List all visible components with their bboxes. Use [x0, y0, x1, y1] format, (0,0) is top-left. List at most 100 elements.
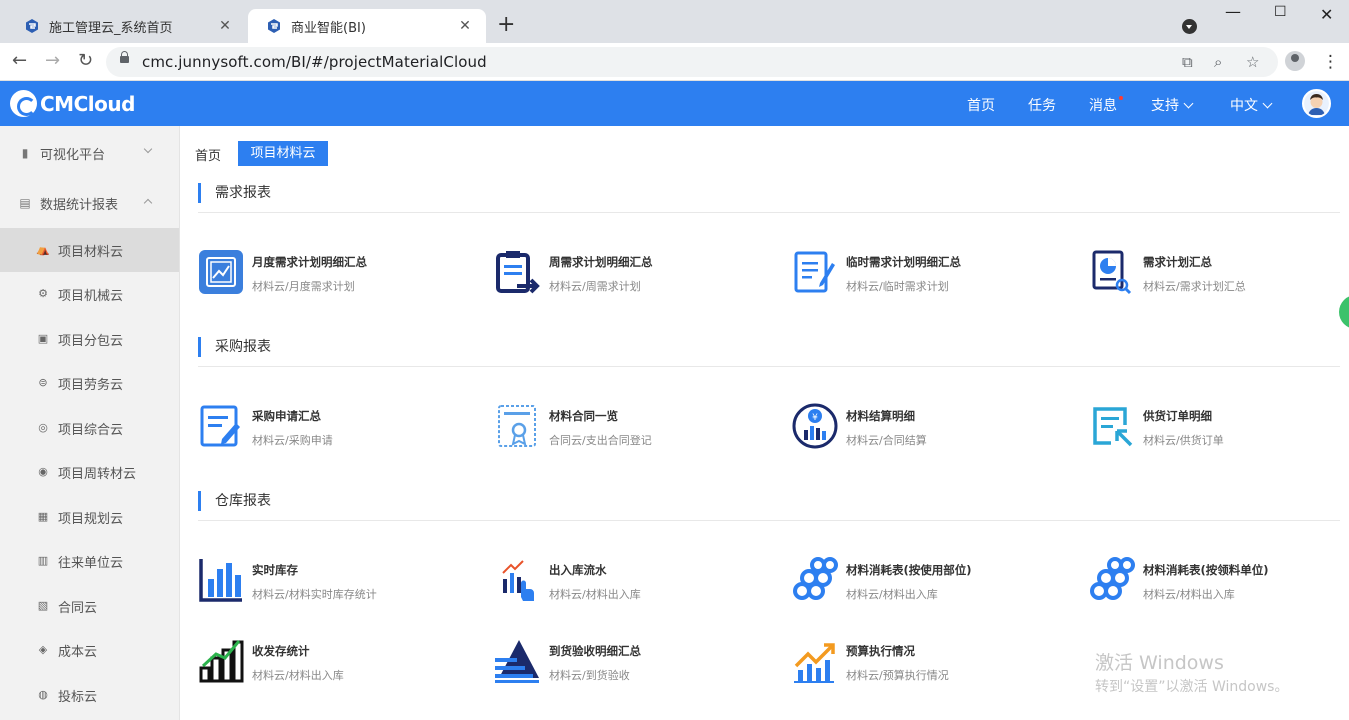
- turnover-icon: ◉: [38, 465, 48, 478]
- nav-support-label: 支持: [1151, 98, 1179, 114]
- site-favicon-icon: [268, 19, 280, 33]
- chevron-down-icon: [1262, 98, 1273, 109]
- report-card-realtime-inventory[interactable]: 实时库存 材料云/材料实时库存统计: [198, 557, 478, 607]
- zoom-icon[interactable]: ⌕: [1214, 53, 1222, 71]
- report-card-weekly-demand[interactable]: 周需求计划明细汇总 材料云/周需求计划: [495, 249, 775, 299]
- sidebar-item-label: 项目劳务云: [58, 377, 124, 393]
- section-title-purchase: 采购报表: [198, 337, 271, 357]
- report-card-supply-order[interactable]: 供货订单明细 材料云/供货订单: [1089, 403, 1349, 453]
- report-card-demand-summary[interactable]: 需求计划汇总 材料云/需求计划汇总: [1089, 249, 1349, 299]
- section-divider: [198, 366, 1340, 367]
- card-title: 采购申请汇总: [252, 409, 321, 423]
- sidebar-item-labor-cloud[interactable]: ⊜ 项目劳务云: [0, 361, 179, 405]
- touch-chart-icon: [502, 560, 534, 601]
- close-window-icon[interactable]: ✕: [1320, 5, 1333, 24]
- report-card-acceptance-summary[interactable]: 到货验收明细汇总 材料云/到货验收: [495, 638, 775, 688]
- report-card-receipt-stats[interactable]: 收发存统计 材料云/材料出入库: [198, 638, 478, 688]
- cmcloud-logo[interactable]: CMCloud: [10, 90, 135, 117]
- browser-tab-active[interactable]: 商业智能(BI) ✕: [248, 9, 486, 43]
- report-card-purchase-request[interactable]: 采购申请汇总 材料云/采购申请: [198, 403, 478, 453]
- nav-language[interactable]: 中文: [1230, 95, 1273, 115]
- account-icon[interactable]: [1285, 51, 1305, 71]
- app-header: CMCloud 首页 任务 消息 支持 中文: [0, 81, 1349, 126]
- close-tab-icon[interactable]: ✕: [456, 18, 474, 34]
- tab-search-icon[interactable]: [1182, 19, 1197, 34]
- url-text: cmc.junnysoft.com/BI/#/projectMaterialCl…: [142, 53, 487, 71]
- card-title: 材料合同一览: [549, 409, 618, 423]
- sidebar-group-visual-platform[interactable]: ▮ 可视化平台: [0, 128, 180, 178]
- nav-tasks[interactable]: 任务: [1028, 95, 1056, 115]
- nav-home[interactable]: 首页: [967, 95, 995, 115]
- breadcrumb-home[interactable]: 首页: [195, 145, 221, 164]
- bookmark-star-icon[interactable]: ☆: [1246, 53, 1259, 71]
- browser-menu-icon[interactable]: ⋮: [1322, 52, 1339, 72]
- browser-tab-inactive[interactable]: 施工管理云_系统首页 ✕: [6, 9, 246, 43]
- card-subtitle: 材料云/采购申请: [252, 434, 333, 447]
- report-card-monthly-demand[interactable]: 月度需求计划明细汇总 材料云/月度需求计划: [198, 249, 478, 299]
- back-icon[interactable]: ←: [12, 51, 27, 71]
- sidebar: ▮ 可视化平台 ▤ 数据统计报表 ⛺ 项目材料云 ⚙ 项目机械云 ▣ 项目分包云…: [0, 126, 180, 720]
- breadcrumb-current[interactable]: 项目材料云: [238, 141, 328, 166]
- sidebar-item-planning-cloud[interactable]: ▦ 项目规划云: [0, 495, 179, 539]
- platform-icon: ▮: [21, 146, 29, 160]
- site-favicon-icon: [26, 19, 38, 33]
- material-icon: ⛺: [36, 243, 50, 256]
- document-edit-icon: [794, 251, 835, 293]
- watermark-subtitle: 转到“设置”以激活 Windows。: [1095, 679, 1289, 695]
- card-subtitle: 合同云/支出合同登记: [549, 434, 652, 447]
- translate-icon[interactable]: ⧉: [1182, 53, 1193, 71]
- sidebar-item-turnover-cloud[interactable]: ◉ 项目周转材云: [0, 450, 179, 494]
- report-card-temp-demand[interactable]: 临时需求计划明细汇总 材料云/临时需求计划: [792, 249, 1072, 299]
- sidebar-item-partner-cloud[interactable]: ▥ 往来单位云: [0, 539, 179, 583]
- monthly-chart-icon: [199, 250, 243, 294]
- maximize-icon[interactable]: ☐: [1274, 4, 1287, 20]
- reload-icon[interactable]: ↻: [78, 51, 93, 71]
- sidebar-item-contract-cloud[interactable]: ▧ 合同云: [0, 584, 179, 628]
- card-subtitle: 材料云/材料出入库: [846, 588, 938, 601]
- minimize-icon[interactable]: —: [1225, 2, 1241, 21]
- sidebar-item-bidding-cloud[interactable]: ◍ 投标云: [0, 673, 179, 717]
- planning-icon: ▦: [37, 510, 49, 523]
- certificate-icon: [498, 405, 536, 447]
- pipes-icon: [793, 557, 838, 600]
- sidebar-group-label: 可视化平台: [40, 147, 106, 163]
- report-card-consumption-by-unit[interactable]: 材料消耗表(按领料单位) 材料云/材料出入库: [1089, 557, 1349, 607]
- sidebar-group-statistics[interactable]: ▤ 数据统计报表: [0, 178, 180, 228]
- logo-mark-icon: [10, 90, 37, 117]
- forward-icon[interactable]: →: [45, 51, 60, 71]
- card-subtitle: 材料云/材料实时库存统计: [252, 588, 377, 601]
- order-arrow-icon: [1093, 407, 1133, 447]
- unread-dot: [1119, 96, 1123, 100]
- sidebar-item-comprehensive-cloud[interactable]: ◎ 项目综合云: [0, 406, 179, 450]
- yen-chart-icon: ¥: [792, 403, 838, 449]
- bar-chart-icon: [199, 559, 242, 602]
- section-divider: [198, 212, 1340, 213]
- report-card-consumption-by-location[interactable]: 材料消耗表(按使用部位) 材料云/材料出入库: [792, 557, 1072, 607]
- nav-support[interactable]: 支持: [1151, 95, 1194, 115]
- card-subtitle: 材料云/预算执行情况: [846, 669, 949, 682]
- close-tab-icon[interactable]: ✕: [216, 18, 234, 34]
- sidebar-item-label: 投标云: [58, 689, 98, 705]
- report-card-settlement[interactable]: ¥ 材料结算明细 材料云/合同结算: [792, 403, 1072, 453]
- sidebar-item-subcontract-cloud[interactable]: ▣ 项目分包云: [0, 317, 179, 361]
- sidebar-item-material-cloud[interactable]: ⛺ 项目材料云: [0, 228, 179, 272]
- nav-messages[interactable]: 消息: [1089, 95, 1117, 115]
- avatar[interactable]: [1302, 89, 1331, 118]
- report-card-budget-execution[interactable]: 预算执行情况 材料云/预算执行情况: [792, 638, 1072, 688]
- watermark-title: 激活 Windows: [1095, 652, 1224, 674]
- report-card-material-contract[interactable]: 材料合同一览 合同云/支出合同登记: [495, 403, 775, 453]
- section-title-demand: 需求报表: [198, 183, 271, 203]
- address-bar[interactable]: cmc.junnysoft.com/BI/#/projectMaterialCl…: [106, 47, 1278, 77]
- layers-icon: ◈: [38, 643, 48, 656]
- floating-helper-button[interactable]: [1339, 295, 1349, 329]
- form-pen-icon: [200, 405, 240, 447]
- lock-icon[interactable]: [120, 51, 129, 63]
- user-avatar-icon: [1304, 91, 1329, 116]
- card-title: 周需求计划明细汇总: [549, 255, 653, 269]
- new-tab-icon[interactable]: +: [497, 14, 515, 36]
- sidebar-item-cost-cloud[interactable]: ◈ 成本云: [0, 628, 179, 672]
- sidebar-item-machinery-cloud[interactable]: ⚙ 项目机械云: [0, 272, 179, 316]
- report-card-inout-flow[interactable]: 出入库流水 材料云/材料出入库: [495, 557, 775, 607]
- card-title: 材料结算明细: [846, 409, 915, 423]
- growth-bars-icon: [199, 640, 244, 683]
